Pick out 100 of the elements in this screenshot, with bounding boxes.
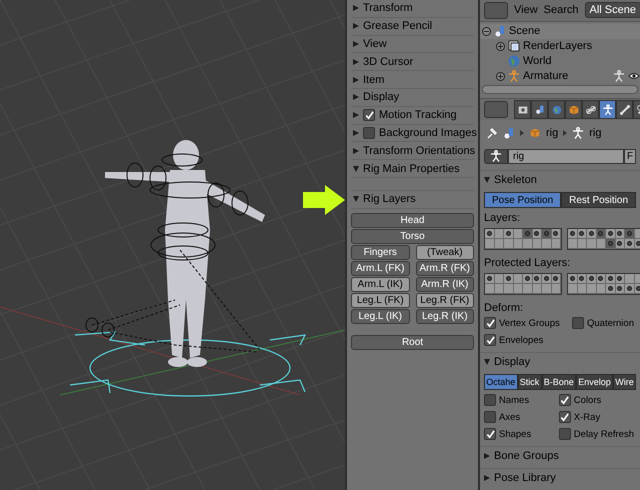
checkbox[interactable]: [484, 428, 496, 440]
layer-toggle[interactable]: [587, 229, 596, 240]
panel-header[interactable]: Motion Tracking: [351, 106, 474, 125]
editor-type-menu[interactable]: [484, 101, 508, 118]
layer-toggle[interactable]: [568, 229, 578, 240]
disclosure-triangle-icon[interactable]: [353, 166, 359, 172]
checkbox[interactable]: [484, 394, 496, 406]
viewport-floor-grid[interactable]: [0, 0, 345, 490]
layer-toggle[interactable]: [625, 284, 634, 294]
layer-toggle-button[interactable]: Arm.L (FK): [351, 260, 410, 276]
disclosure-triangle-icon[interactable]: [353, 196, 359, 202]
disclosure-triangle-icon[interactable]: [484, 177, 490, 184]
layer-toggle[interactable]: [523, 239, 532, 250]
menu-item[interactable]: Search: [544, 4, 579, 16]
position-toggle[interactable]: Pose Position: [484, 192, 562, 208]
panel-header[interactable]: Transform Orientations: [351, 142, 474, 160]
layer-toggle[interactable]: [606, 229, 616, 240]
properties-tab[interactable]: [599, 100, 616, 120]
editor-type-menu[interactable]: [484, 2, 508, 19]
layer-toggle[interactable]: [606, 274, 616, 284]
layer-toggle[interactable]: [625, 274, 634, 284]
tree-item[interactable]: Armature: [523, 70, 568, 82]
layer-toggle[interactable]: [504, 229, 514, 240]
layer-toggle[interactable]: [606, 284, 616, 294]
panel-header[interactable]: Background Images: [351, 124, 474, 142]
layer-toggle[interactable]: [485, 239, 494, 250]
checkbox[interactable]: [558, 411, 571, 424]
expand-toggle[interactable]: [482, 26, 491, 36]
expand-toggle[interactable]: [496, 42, 505, 51]
properties-tab[interactable]: [616, 100, 633, 120]
layer-toggle[interactable]: [625, 239, 634, 250]
layer-toggle[interactable]: [606, 239, 616, 250]
expand-toggle[interactable]: [496, 72, 505, 81]
layer-toggle-button[interactable]: Head: [351, 212, 474, 228]
layer-toggle[interactable]: [542, 239, 552, 250]
layer-toggle[interactable]: [504, 239, 514, 250]
layer-toggle[interactable]: [587, 284, 596, 294]
layer-toggle[interactable]: [568, 239, 578, 250]
layer-toggle[interactable]: [485, 229, 494, 240]
tree-item[interactable]: Scene: [509, 25, 540, 38]
layer-toggle-button[interactable]: Fingers: [351, 244, 410, 260]
checkbox[interactable]: [484, 334, 496, 346]
layer-toggle-button[interactable]: Root: [351, 334, 474, 350]
layer-toggle-button[interactable]: (Tweak): [416, 244, 474, 260]
layer-toggle[interactable]: [587, 239, 596, 250]
layer-toggle-button[interactable]: Leg.L (IK): [351, 308, 410, 324]
name-field[interactable]: rig: [508, 148, 624, 164]
menu-item[interactable]: View: [514, 4, 538, 16]
layer-toggle[interactable]: [542, 284, 552, 294]
layer-toggle[interactable]: [504, 274, 514, 284]
checkbox[interactable]: [484, 411, 496, 424]
display-mode-button[interactable]: Wire: [613, 374, 636, 390]
properties-tab[interactable]: [531, 100, 548, 120]
tree-item[interactable]: RenderLayers: [523, 40, 592, 52]
scene-filter-dropdown[interactable]: All Scene: [584, 2, 640, 18]
eye-icon[interactable]: [628, 72, 640, 80]
layer-toggle-button[interactable]: Torso: [351, 228, 474, 244]
display-mode-button[interactable]: Envelop: [576, 374, 614, 390]
layer-toggle[interactable]: [568, 284, 578, 294]
fake-user-button[interactable]: F: [624, 148, 636, 164]
display-mode-button[interactable]: Stick: [518, 374, 542, 390]
panel-header[interactable]: View: [351, 36, 474, 54]
layer-toggle-button[interactable]: Arm.R (IK): [416, 276, 474, 292]
disclosure-triangle-icon[interactable]: [484, 359, 490, 366]
layer-toggle[interactable]: [523, 284, 532, 294]
layer-toggle-button[interactable]: Arm.L (IK): [351, 276, 410, 292]
panel-header[interactable]: Grease Pencil: [351, 18, 474, 36]
position-toggle[interactable]: Rest Position: [561, 192, 636, 208]
scrollbar[interactable]: [482, 84, 638, 94]
layer-toggle[interactable]: [568, 274, 578, 284]
panel-header[interactable]: 3D Cursor: [351, 53, 474, 72]
layer-toggle-button[interactable]: Leg.L (FK): [351, 292, 410, 308]
pin-icon[interactable]: [486, 126, 498, 138]
panel-header[interactable]: Rig Main Properties: [351, 160, 474, 178]
layer-toggle-button[interactable]: Arm.R (FK): [416, 260, 474, 276]
panel-header[interactable]: Item: [351, 71, 474, 89]
tree-item[interactable]: World: [523, 55, 552, 68]
layer-toggle-button[interactable]: Leg.R (IK): [416, 308, 474, 324]
layer-toggle[interactable]: [485, 284, 494, 294]
layer-toggle[interactable]: [485, 274, 494, 284]
layer-toggle[interactable]: [523, 229, 532, 240]
layer-toggle-button[interactable]: Leg.R (FK): [416, 292, 474, 308]
layer-toggle[interactable]: [504, 284, 514, 294]
panel-header[interactable]: Rig Layers: [351, 190, 474, 209]
layer-toggle[interactable]: [587, 274, 596, 284]
checkbox[interactable]: [558, 394, 571, 406]
display-mode-button[interactable]: B-Bone: [542, 374, 576, 390]
layer-toggle[interactable]: [542, 274, 552, 284]
properties-tab[interactable]: [582, 100, 599, 120]
checkbox[interactable]: [572, 317, 584, 330]
checkbox[interactable]: [363, 109, 375, 122]
panel-header[interactable]: Display: [351, 88, 474, 107]
rigged-character-drawing[interactable]: [69, 140, 306, 397]
checkbox[interactable]: [558, 428, 571, 440]
panel-header[interactable]: Transform: [351, 0, 474, 18]
layer-toggle[interactable]: [523, 274, 532, 284]
layer-toggle[interactable]: [625, 229, 634, 240]
layer-toggle[interactable]: [542, 229, 552, 240]
properties-tab[interactable]: [514, 100, 531, 120]
checkbox[interactable]: [363, 126, 375, 139]
